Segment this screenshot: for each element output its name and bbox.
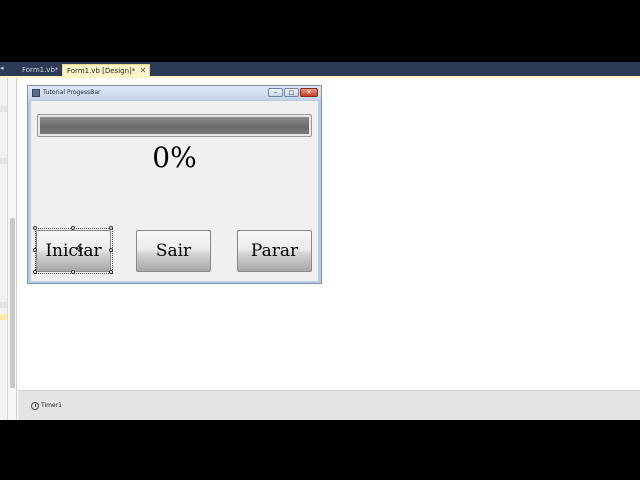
stop-button[interactable]: Parar [237, 230, 312, 272]
screen: ◂ Form1.vb* Form1.vb [Design]* ✕ Tutoria… [0, 0, 640, 480]
move-cursor-icon: ✥ [75, 244, 84, 255]
designer-surface[interactable]: Tutorial ProgessBar – □ ✕ 0% Iniciar Sai… [18, 78, 640, 390]
form-close-button[interactable]: ✕ [300, 88, 318, 97]
tab-form1-code[interactable]: Form1.vb* [18, 64, 62, 76]
form-icon [32, 89, 40, 97]
left-side-panel [0, 78, 8, 420]
tab-label: Form1.vb* [22, 66, 59, 74]
document-tab-strip: ◂ Form1.vb* Form1.vb [Design]* ✕ [0, 62, 640, 76]
percent-label: 0% [152, 141, 197, 174]
progress-bar-fill [40, 117, 309, 134]
maximize-button[interactable]: □ [284, 88, 299, 97]
form-title: Tutorial ProgessBar [43, 89, 101, 96]
form-window[interactable]: Tutorial ProgessBar – □ ✕ 0% Iniciar Sai… [27, 85, 322, 284]
timer-icon [31, 402, 39, 410]
component-tray[interactable]: Timer1 [18, 390, 640, 420]
tab-overflow-icon[interactable]: ◂ [0, 64, 4, 72]
scrollbar-thumb[interactable] [10, 218, 15, 388]
progress-bar[interactable] [37, 114, 312, 137]
panel-marker [0, 302, 7, 308]
panel-marker [0, 158, 7, 164]
minimize-button[interactable]: – [268, 88, 283, 97]
tab-form1-design[interactable]: Form1.vb [Design]* ✕ [62, 64, 151, 76]
timer-component[interactable]: Timer1 [41, 401, 62, 411]
exit-button[interactable]: Sair [136, 230, 211, 272]
panel-marker [0, 106, 7, 112]
start-button[interactable]: Iniciar [36, 230, 111, 272]
vertical-scrollbar[interactable] [8, 78, 17, 420]
form-title-bar[interactable]: Tutorial ProgessBar – □ ✕ [28, 86, 321, 100]
panel-marker [0, 314, 7, 320]
form-client-area[interactable]: 0% Iniciar Sair Parar ✥ [31, 101, 318, 281]
tab-label: Form1.vb [Design]* [67, 67, 136, 75]
ide-window: ◂ Form1.vb* Form1.vb [Design]* ✕ Tutoria… [0, 62, 640, 420]
